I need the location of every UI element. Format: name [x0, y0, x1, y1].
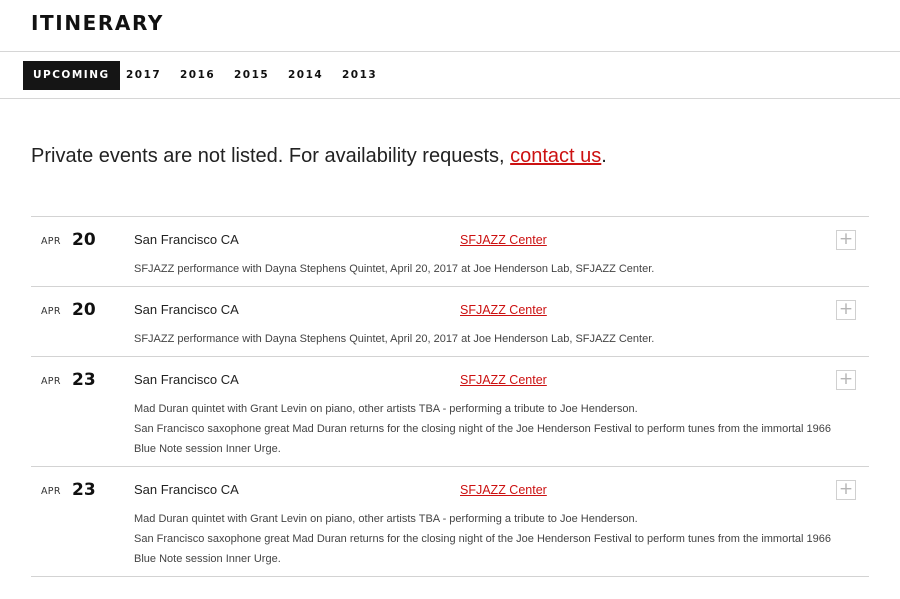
intro-text: Private events are not listed. For avail…: [31, 145, 607, 168]
intro-suffix: .: [601, 145, 607, 167]
event-description: Mad Duran quintet with Grant Levin on pi…: [134, 399, 834, 459]
event-description: SFJAZZ performance with Dayna Stephens Q…: [134, 329, 834, 349]
event-row: APR 23 San Francisco CA SFJAZZ Center Ma…: [31, 357, 869, 467]
event-description-line: SFJAZZ performance with Dayna Stephens Q…: [134, 333, 655, 345]
tab-2017[interactable]: 2017: [126, 61, 161, 90]
year-tabs: UPCOMING 2017 2016 2015 2014 2013: [0, 52, 900, 99]
event-day: 20: [72, 300, 96, 320]
event-venue-link[interactable]: SFJAZZ Center: [460, 303, 547, 317]
event-month: APR: [41, 236, 61, 247]
event-city: San Francisco CA: [134, 482, 239, 497]
event-list: APR 20 San Francisco CA SFJAZZ Center SF…: [31, 216, 869, 577]
event-description-line: Mad Duran quintet with Grant Levin on pi…: [134, 513, 638, 525]
event-month: APR: [41, 306, 61, 317]
intro-message: Private events are not listed. For avail…: [31, 145, 511, 167]
event-description-line: San Francisco saxophone great Mad Duran …: [134, 423, 832, 455]
event-day: 20: [72, 230, 96, 250]
event-venue-link[interactable]: SFJAZZ Center: [460, 233, 547, 247]
page-header: ITINERARY: [0, 0, 900, 52]
event-month: APR: [41, 486, 61, 497]
tab-upcoming[interactable]: UPCOMING: [23, 61, 120, 90]
expand-plus-icon[interactable]: +: [836, 480, 856, 500]
event-city: San Francisco CA: [134, 372, 239, 387]
event-city: San Francisco CA: [134, 302, 239, 317]
expand-plus-icon[interactable]: +: [836, 230, 856, 250]
event-row: APR 20 San Francisco CA SFJAZZ Center SF…: [31, 217, 869, 287]
event-row: APR 23 San Francisco CA SFJAZZ Center Ma…: [31, 467, 869, 577]
event-venue-link[interactable]: SFJAZZ Center: [460, 373, 547, 387]
event-description-line: San Francisco saxophone great Mad Duran …: [134, 533, 832, 565]
tab-2013[interactable]: 2013: [342, 61, 377, 90]
event-city: San Francisco CA: [134, 232, 239, 247]
event-day: 23: [72, 480, 96, 500]
page-title: ITINERARY: [31, 11, 164, 35]
event-month: APR: [41, 376, 61, 387]
event-description: SFJAZZ performance with Dayna Stephens Q…: [134, 259, 834, 279]
tab-2016[interactable]: 2016: [180, 61, 215, 90]
tab-2015[interactable]: 2015: [234, 61, 269, 90]
event-day: 23: [72, 370, 96, 390]
event-row: APR 20 San Francisco CA SFJAZZ Center SF…: [31, 287, 869, 357]
event-description-line: SFJAZZ performance with Dayna Stephens Q…: [134, 263, 655, 275]
event-venue-link[interactable]: SFJAZZ Center: [460, 483, 547, 497]
event-description: Mad Duran quintet with Grant Levin on pi…: [134, 509, 834, 569]
contact-us-link[interactable]: contact us: [510, 145, 601, 167]
event-description-line: Mad Duran quintet with Grant Levin on pi…: [134, 403, 638, 415]
tab-2014[interactable]: 2014: [288, 61, 323, 90]
expand-plus-icon[interactable]: +: [836, 300, 856, 320]
expand-plus-icon[interactable]: +: [836, 370, 856, 390]
